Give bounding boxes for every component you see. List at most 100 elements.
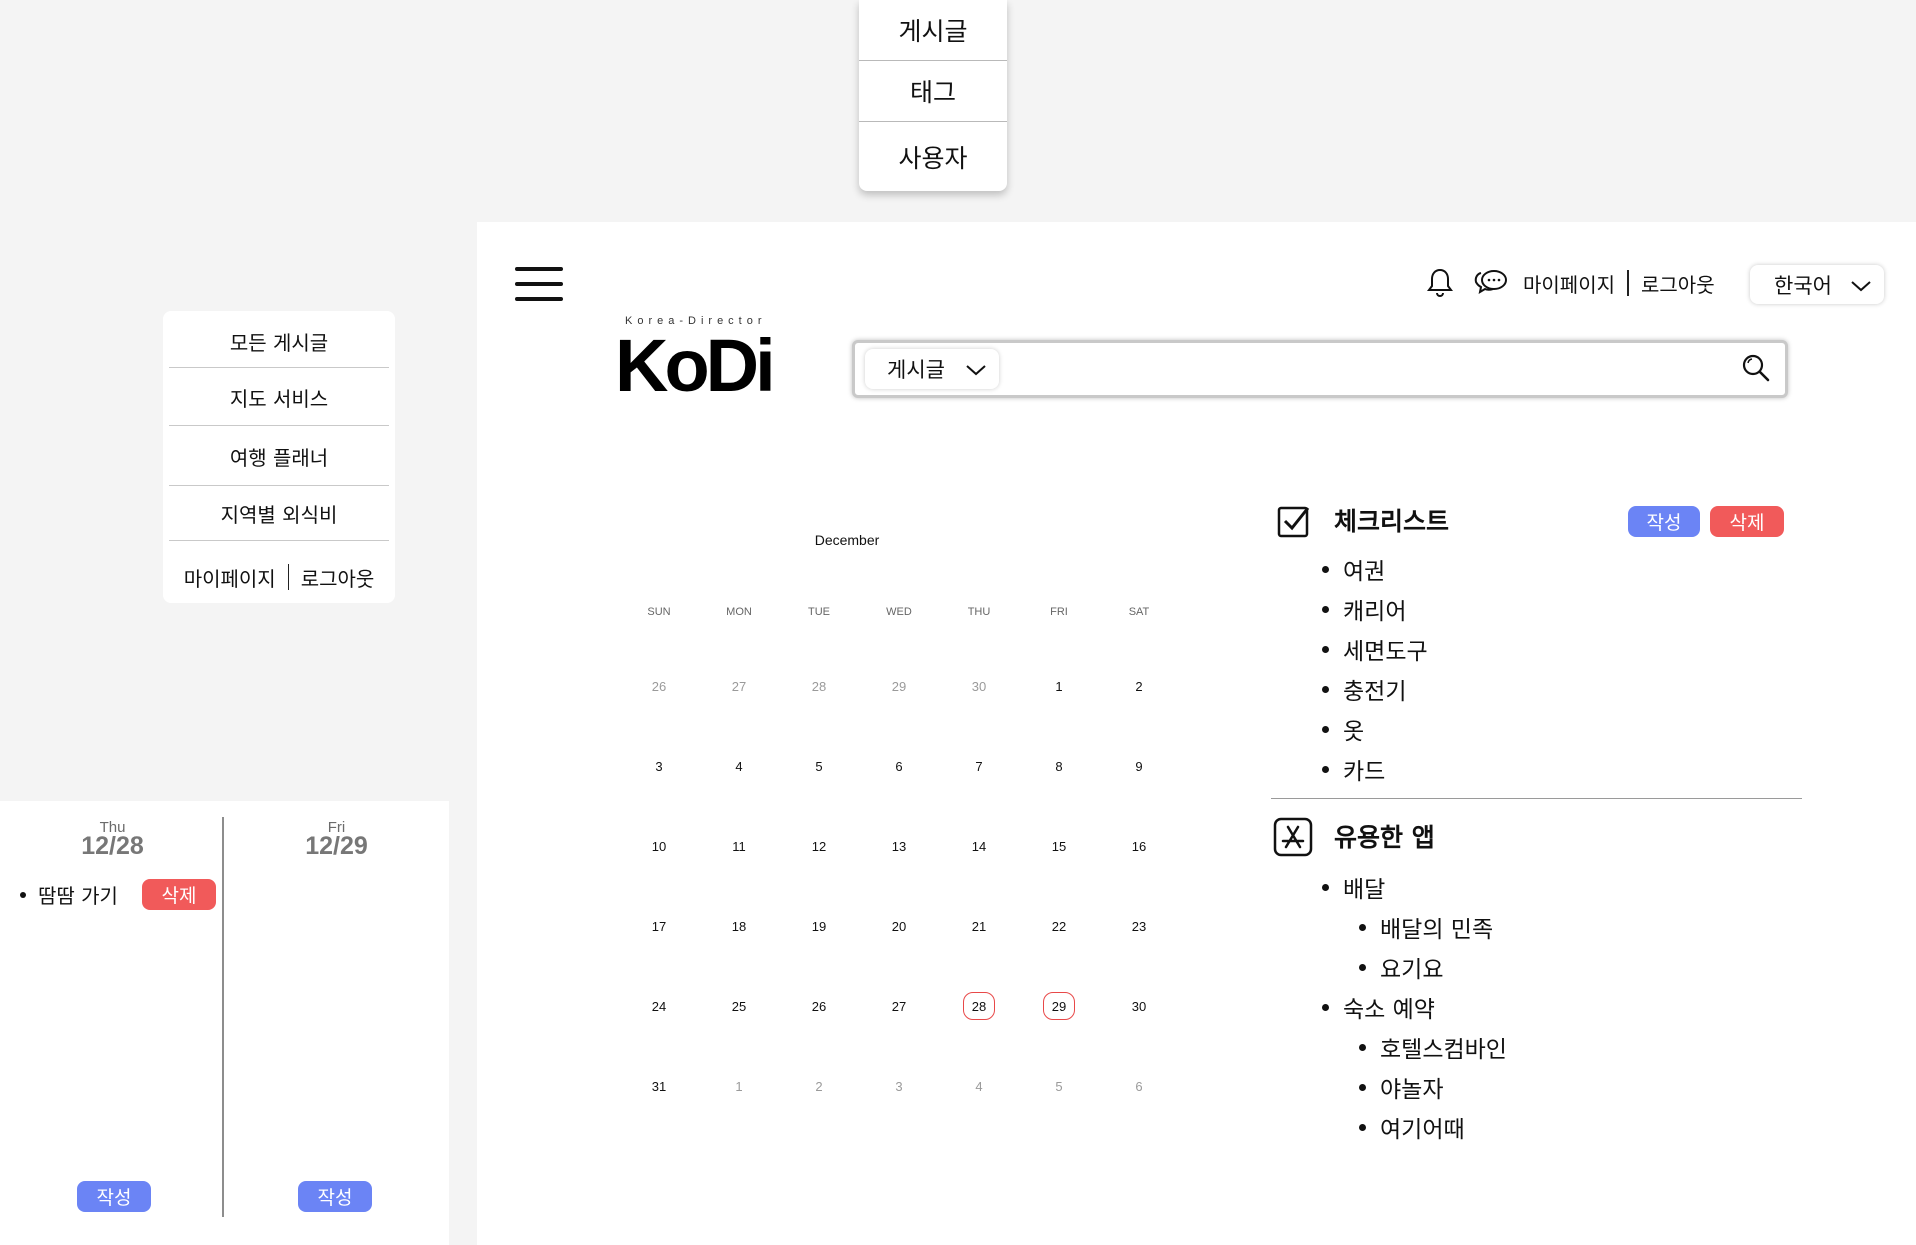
calendar-day[interactable]: 29 xyxy=(883,672,915,700)
calendar-day[interactable]: 3 xyxy=(883,1072,915,1100)
calendar-day[interactable]: 27 xyxy=(883,992,915,1020)
checklist-item-text: 카드 xyxy=(1343,759,1386,785)
calendar-day[interactable]: 11 xyxy=(723,832,755,860)
calendar-day[interactable]: 30 xyxy=(1123,992,1155,1020)
calendar-weekday-header: WED xyxy=(886,606,912,618)
side-menu-item-all-posts[interactable]: 모든 게시글 xyxy=(169,317,389,365)
checklist-item[interactable]: 카드 xyxy=(1322,752,1385,786)
app-category: 배달 xyxy=(1322,870,1385,904)
app-link[interactable]: 야놀자 xyxy=(1359,1070,1443,1104)
calendar-day[interactable]: 2 xyxy=(1123,672,1155,700)
side-menu-logout-link[interactable]: 로그아웃 xyxy=(301,563,375,592)
calendar-day[interactable]: 28 xyxy=(963,992,995,1020)
header-utilities: 마이페이지 로그아웃 xyxy=(1425,267,1715,299)
app-name: 여기어때 xyxy=(1380,1117,1465,1143)
app-link[interactable]: 배달의 민족 xyxy=(1359,910,1493,944)
search-input[interactable] xyxy=(1011,349,1711,389)
calendar-weekday-header: SAT xyxy=(1128,606,1150,618)
checklist-item[interactable]: 충전기 xyxy=(1322,672,1406,706)
search-icon[interactable] xyxy=(1741,353,1771,387)
search-type-dropdown: 게시글 태그 사용자 xyxy=(859,0,1007,191)
calendar-day[interactable]: 19 xyxy=(803,912,835,940)
calendar-weekday-header: TUE xyxy=(808,606,830,618)
app-link[interactable]: 여기어때 xyxy=(1359,1110,1465,1144)
calendar-day[interactable]: 6 xyxy=(1123,1072,1155,1100)
search-type-label: 게시글 xyxy=(887,358,945,382)
calendar-day[interactable]: 4 xyxy=(963,1072,995,1100)
bullet-icon xyxy=(1359,923,1366,931)
bullet-icon xyxy=(1322,565,1329,573)
side-menu-item-regional-dining-cost[interactable]: 지역별 외식비 xyxy=(169,487,389,539)
checklist-item[interactable]: 여권 xyxy=(1322,552,1385,586)
search-type-option-tag[interactable]: 태그 xyxy=(859,61,1007,122)
calendar-day[interactable]: 16 xyxy=(1123,832,1155,860)
calendar-day[interactable]: 5 xyxy=(1043,1072,1075,1100)
divider xyxy=(169,485,389,486)
day-write-button[interactable]: 작성 xyxy=(298,1181,372,1212)
hamburger-icon[interactable] xyxy=(515,267,563,301)
calendar-day[interactable]: 14 xyxy=(963,832,995,860)
calendar-day[interactable]: 12 xyxy=(803,832,835,860)
app-name: 배달의 민족 xyxy=(1380,917,1494,943)
calendar-day[interactable]: 10 xyxy=(643,832,675,860)
calendar-day[interactable]: 9 xyxy=(1123,752,1155,780)
chat-icon[interactable] xyxy=(1473,267,1509,299)
calendar-day[interactable]: 31 xyxy=(643,1072,675,1100)
search-type-select[interactable]: 게시글 xyxy=(865,349,999,389)
kodi-logo[interactable]: Korea-Director KoDi xyxy=(615,315,776,415)
calendar-day[interactable]: 25 xyxy=(723,992,755,1020)
calendar-day[interactable]: 29 xyxy=(1043,992,1075,1020)
day-write-button[interactable]: 작성 xyxy=(77,1181,151,1212)
calendar-weekday-header: MON xyxy=(726,606,752,618)
checklist-item[interactable]: 캐리어 xyxy=(1322,592,1406,626)
app-link[interactable]: 호텔스컴바인 xyxy=(1359,1030,1507,1064)
header-mypage-link[interactable]: 마이페이지 xyxy=(1523,269,1615,298)
calendar-day[interactable]: 18 xyxy=(723,912,755,940)
calendar-day[interactable]: 26 xyxy=(643,672,675,700)
calendar-day[interactable]: 6 xyxy=(883,752,915,780)
calendar-day[interactable]: 21 xyxy=(963,912,995,940)
bullet-icon xyxy=(1322,605,1329,613)
todo-delete-button[interactable]: 삭제 xyxy=(141,879,216,910)
side-menu-item-travel-planner[interactable]: 여행 플래너 xyxy=(169,427,389,485)
calendar-day[interactable]: 2 xyxy=(803,1072,835,1100)
side-menu-mypage-link[interactable]: 마이페이지 xyxy=(184,563,276,592)
side-menu-item-map-service[interactable]: 지도 서비스 xyxy=(169,369,389,425)
calendar-day[interactable]: 15 xyxy=(1043,832,1075,860)
calendar-day[interactable]: 1 xyxy=(1043,672,1075,700)
checklist-item[interactable]: 옷 xyxy=(1322,712,1364,746)
calendar-day[interactable]: 4 xyxy=(723,752,755,780)
calendar-day[interactable]: 26 xyxy=(803,992,835,1020)
calendar-day[interactable]: 23 xyxy=(1123,912,1155,940)
side-nav-menu: 모든 게시글 지도 서비스 여행 플래너 지역별 외식비 마이페이지 로그아웃 xyxy=(163,311,395,603)
calendar-day[interactable]: 3 xyxy=(643,752,675,780)
calendar-day[interactable]: 20 xyxy=(883,912,915,940)
calendar-day[interactable]: 22 xyxy=(1043,912,1075,940)
header-logout-link[interactable]: 로그아웃 xyxy=(1641,269,1715,298)
checklist-item-text: 캐리어 xyxy=(1343,599,1407,625)
search-type-option-user[interactable]: 사용자 xyxy=(859,122,1007,191)
bell-icon[interactable] xyxy=(1425,267,1455,299)
checklist-item[interactable]: 세면도구 xyxy=(1322,632,1428,666)
app-link[interactable]: 요기요 xyxy=(1359,950,1443,984)
main-content: Korea-Director KoDi 마이페이지 로그아웃 한국어 게시글 D… xyxy=(477,222,1916,1245)
calendar-day[interactable]: 30 xyxy=(963,672,995,700)
calendar-day[interactable]: 1 xyxy=(723,1072,755,1100)
calendar-day[interactable]: 17 xyxy=(643,912,675,940)
calendar-day[interactable]: 27 xyxy=(723,672,755,700)
calendar-day[interactable]: 13 xyxy=(883,832,915,860)
divider xyxy=(169,540,389,541)
calendar-day[interactable]: 8 xyxy=(1043,752,1075,780)
divider xyxy=(169,367,389,368)
calendar-day[interactable]: 7 xyxy=(963,752,995,780)
language-select[interactable]: 한국어 xyxy=(1750,265,1884,304)
calendar-day[interactable]: 28 xyxy=(803,672,835,700)
search-type-option-post[interactable]: 게시글 xyxy=(859,0,1007,61)
checklist-delete-button[interactable]: 삭제 xyxy=(1710,506,1784,537)
app-name: 요기요 xyxy=(1380,957,1444,983)
bullet-icon xyxy=(1322,1003,1329,1011)
calendar-day[interactable]: 5 xyxy=(803,752,835,780)
checklist-write-button[interactable]: 작성 xyxy=(1628,506,1700,537)
bullet-icon xyxy=(1322,883,1329,891)
calendar-day[interactable]: 24 xyxy=(643,992,675,1020)
